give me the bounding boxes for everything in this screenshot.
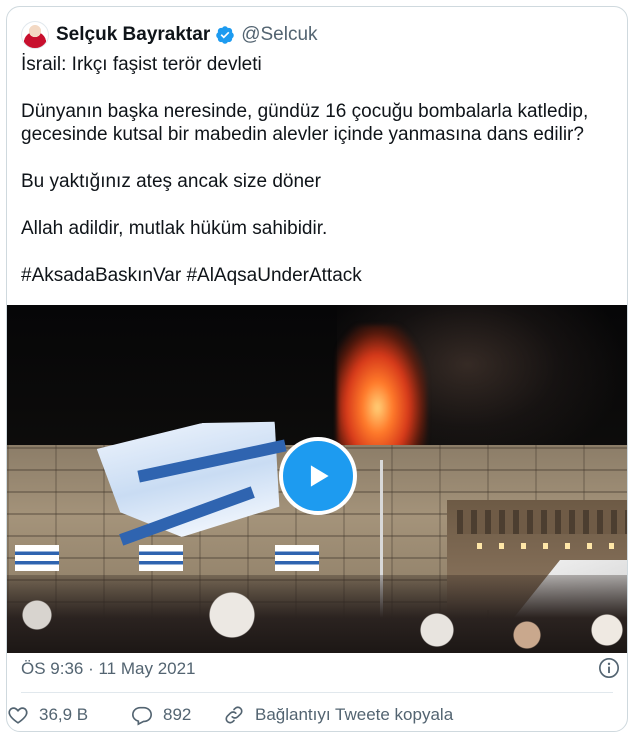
video-small-flag	[15, 545, 59, 571]
play-icon	[310, 465, 329, 487]
video-small-flag	[275, 545, 319, 571]
tweet-text: İsrail: Irkçı faşist terör devleti Dünya…	[21, 53, 617, 287]
reply-button[interactable]: 892	[131, 699, 191, 731]
divider	[21, 692, 613, 693]
tweet-actions: 36,9 B 892 Bağlantıyı Tweete kopyala	[7, 699, 627, 731]
tweet-paragraph: Allah adildir, mutlak hüküm sahibidir.	[21, 218, 328, 239]
like-count: 36,9 B	[39, 705, 89, 724]
author-name[interactable]: Selçuk Bayraktar	[56, 24, 210, 46]
heart-icon	[8, 707, 28, 724]
tweet-hashtags[interactable]: #AksadaBaskınVar #AlAqsaUnderAttack	[21, 264, 617, 287]
tweet-paragraph: Bu yaktığınız ateş ancak size döner	[21, 171, 321, 192]
reply-count: 892	[163, 705, 192, 724]
tweet-card: Selçuk Bayraktar @Selcuk İsrail: Irkçı f…	[6, 6, 628, 732]
author-handle[interactable]: @Selcuk	[241, 24, 317, 46]
tweet-timestamp[interactable]: ÖS 9:36 · 11 May 2021	[21, 659, 196, 679]
video-lights	[477, 543, 627, 549]
verified-badge-icon	[216, 26, 234, 44]
tweet-header: Selçuk Bayraktar @Selcuk	[21, 21, 318, 49]
like-button[interactable]: 36,9 B	[7, 699, 88, 731]
info-icon[interactable]	[598, 657, 620, 679]
tweet-paragraph: Dünyanın başka neresinde, gündüz 16 çocu…	[21, 101, 589, 145]
play-button[interactable]	[279, 437, 357, 515]
video-crowd	[7, 575, 627, 653]
video-building-roof	[457, 510, 627, 534]
copy-link-label: Bağlantıyı Tweete kopyala	[255, 705, 454, 724]
tweet-paragraph: İsrail: Irkçı faşist terör devleti	[21, 54, 262, 75]
copy-link-button[interactable]: Bağlantıyı Tweete kopyala	[223, 699, 453, 731]
author-avatar[interactable]	[21, 21, 49, 49]
video-small-flag	[139, 545, 183, 571]
reply-bubble-icon	[132, 706, 152, 726]
tweet-video[interactable]	[7, 305, 627, 653]
link-icon	[225, 706, 243, 724]
